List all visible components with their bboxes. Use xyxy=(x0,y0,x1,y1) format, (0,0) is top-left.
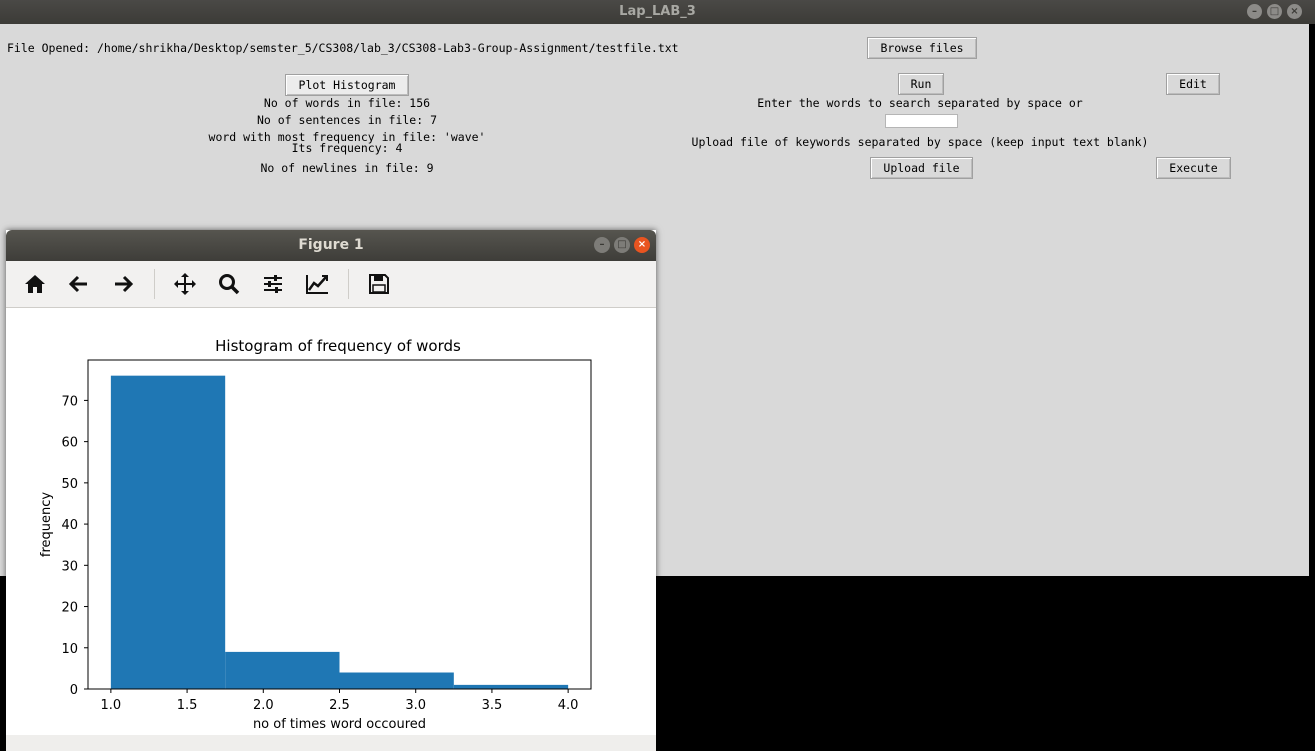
execute-button[interactable]: Execute xyxy=(1156,157,1231,179)
minimize-icon[interactable]: – xyxy=(1247,4,1262,19)
search-prompt-label: Enter the words to search separated by s… xyxy=(757,96,1083,110)
close-icon[interactable]: × xyxy=(634,237,650,253)
toolbar-separator xyxy=(348,269,349,299)
y-axis-label: frequency xyxy=(39,492,54,558)
y-tick-label: 50 xyxy=(61,477,78,492)
toolbar-separator xyxy=(154,269,155,299)
y-tick-label: 70 xyxy=(61,394,78,409)
newline-count-label: No of newlines in file: 9 xyxy=(260,161,434,175)
search-input[interactable] xyxy=(885,114,958,128)
chart-title: Histogram of frequency of words xyxy=(215,337,461,355)
y-tick-label: 30 xyxy=(61,559,78,574)
close-icon[interactable]: × xyxy=(1287,4,1302,19)
zoom-icon[interactable] xyxy=(213,268,245,300)
histogram-chart: Histogram of frequency of words 1.0 1.5 2.… xyxy=(39,337,592,732)
home-icon[interactable] xyxy=(19,268,51,300)
x-tick-label: 3.0 xyxy=(405,698,426,713)
figure-window: Figure 1 – □ × Histogram of frequency of… xyxy=(6,230,656,751)
x-tick-label: 3.5 xyxy=(482,698,503,713)
x-tick-label: 2.0 xyxy=(253,698,274,713)
edit-button[interactable]: Edit xyxy=(1166,73,1220,95)
maximize-icon[interactable]: □ xyxy=(614,237,630,253)
x-axis-label: no of times word occoured xyxy=(253,717,426,732)
histogram-bar xyxy=(110,375,226,689)
upload-file-button[interactable]: Upload file xyxy=(870,157,973,179)
x-tick-label: 2.5 xyxy=(329,698,350,713)
window-title: Lap_LAB_3 xyxy=(619,4,696,19)
edit-axes-icon[interactable] xyxy=(301,268,333,300)
plot-histogram-button[interactable]: Plot Histogram xyxy=(285,74,409,96)
back-icon[interactable] xyxy=(63,268,95,300)
file-opened-label: File Opened: /home/shrikha/Desktop/semst… xyxy=(7,41,679,55)
minimize-icon[interactable]: – xyxy=(594,237,610,253)
figure-title: Figure 1 xyxy=(298,237,364,253)
x-tick-label: 1.5 xyxy=(177,698,198,713)
sentence-count-label: No of sentences in file: 7 xyxy=(256,113,437,127)
save-icon[interactable] xyxy=(363,268,395,300)
browse-files-button[interactable]: Browse files xyxy=(867,37,977,59)
histogram-bar xyxy=(453,684,569,689)
main-titlebar: Lap_LAB_3 – □ × xyxy=(0,0,1315,24)
configure-icon[interactable] xyxy=(257,268,289,300)
y-tick-label: 0 xyxy=(70,683,78,698)
maximize-icon[interactable]: □ xyxy=(1267,4,1282,19)
y-tick-label: 10 xyxy=(61,642,78,657)
upload-prompt-label: Upload file of keywords separated by spa… xyxy=(691,135,1149,149)
figure-titlebar: Figure 1 – □ × xyxy=(6,230,656,261)
figure-status-bar xyxy=(6,735,656,751)
frequency-label: Its frequency: 4 xyxy=(291,141,403,155)
y-tick-label: 40 xyxy=(61,518,78,533)
x-tick-label: 1.0 xyxy=(101,698,122,713)
y-tick-label: 60 xyxy=(61,436,78,451)
pan-icon[interactable] xyxy=(169,268,201,300)
histogram-bar xyxy=(339,672,454,689)
y-tick-label: 20 xyxy=(61,601,78,616)
run-button[interactable]: Run xyxy=(898,73,944,95)
histogram-bar xyxy=(225,651,340,689)
forward-icon[interactable] xyxy=(107,268,139,300)
word-count-label: No of words in file: 156 xyxy=(263,96,431,110)
figure-toolbar xyxy=(6,261,656,308)
x-tick-label: 4.0 xyxy=(558,698,579,713)
